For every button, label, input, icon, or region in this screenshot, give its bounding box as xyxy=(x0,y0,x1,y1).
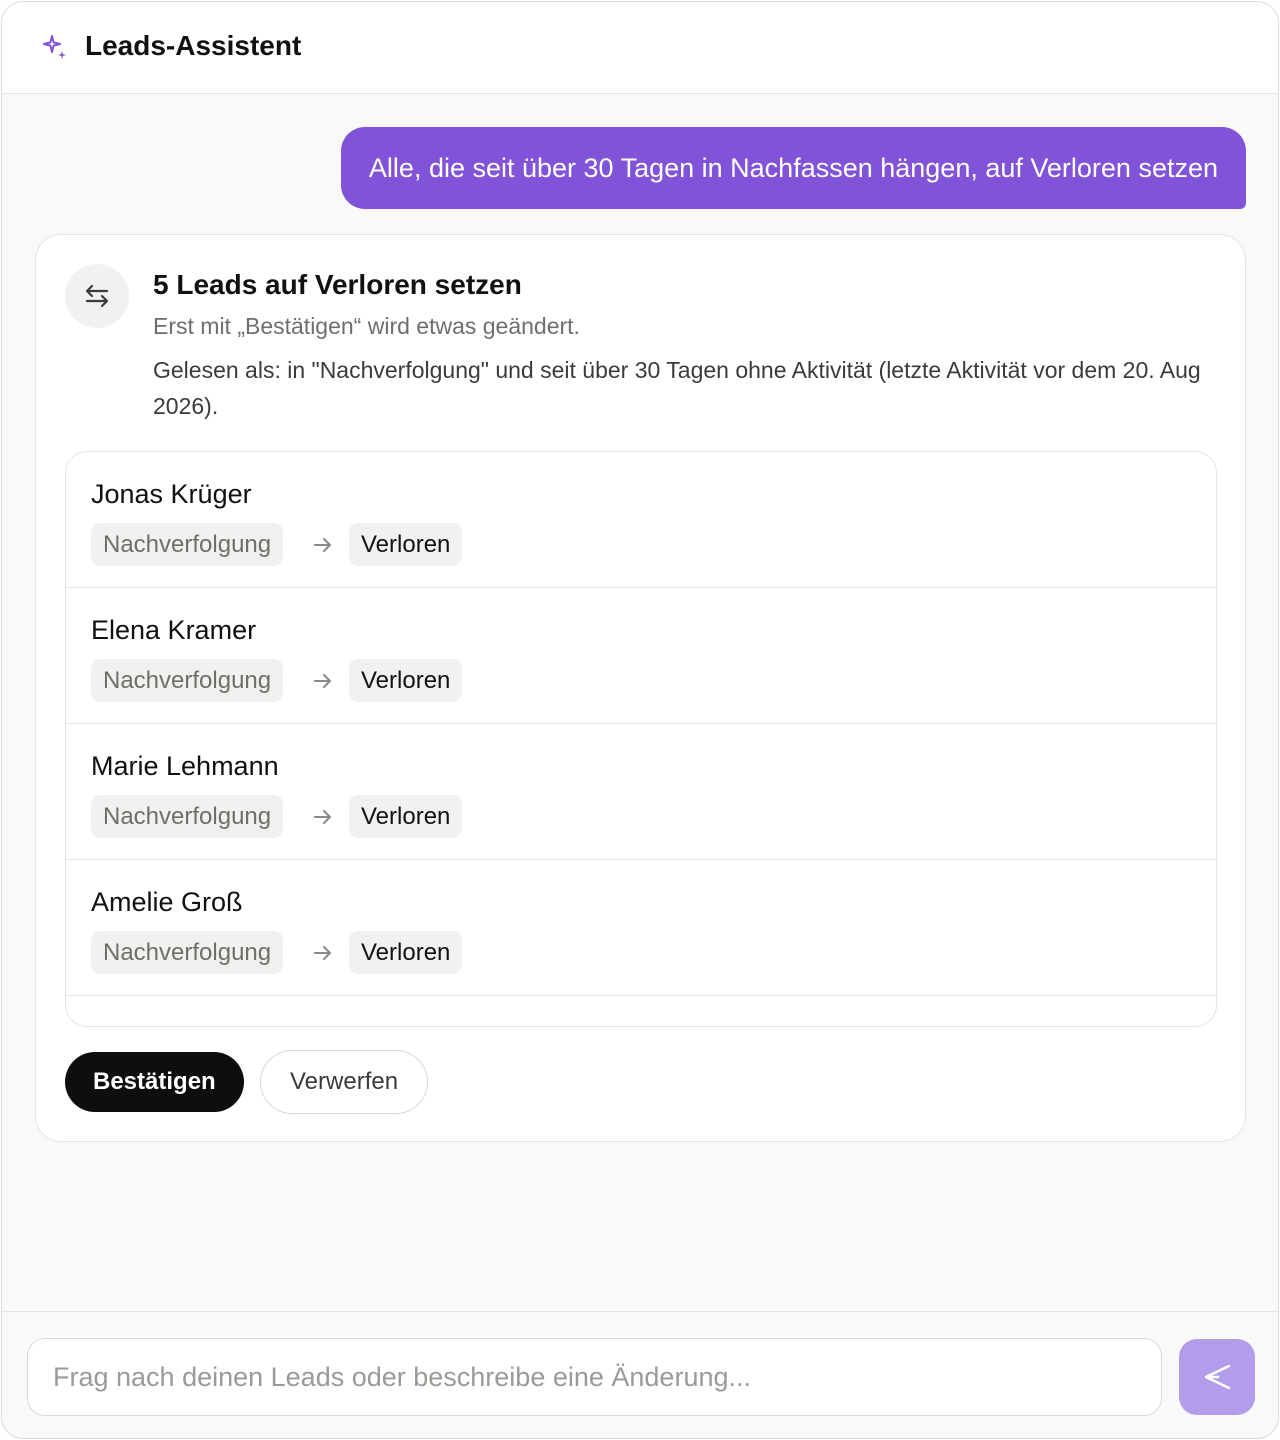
status-to-badge: Verloren xyxy=(349,659,463,702)
swap-arrows-icon xyxy=(65,264,129,328)
action-card-title: 5 Leads auf Verloren setzen xyxy=(153,269,522,300)
lead-name: Elena Kramer xyxy=(91,615,257,645)
assistant-window: Leads-Assistent Alle, die seit über 30 T… xyxy=(1,1,1279,1439)
composer xyxy=(2,1311,1278,1438)
arrow-right-icon xyxy=(314,538,331,552)
chat-input[interactable] xyxy=(27,1338,1162,1416)
status-from-badge: Nachverfolgung xyxy=(91,659,284,702)
action-card-subtitle: Erst mit „Bestätigen“ wird etwas geänder… xyxy=(153,313,580,339)
lead-row: Amelie Groß Nachverfolgung Verloren xyxy=(66,860,1216,996)
status-to-badge: Verloren xyxy=(349,795,463,838)
status-to-badge: Verloren xyxy=(349,523,463,566)
user-message-bubble: Alle, die seit über 30 Tagen in Nachfass… xyxy=(340,127,1246,209)
lead-name: Amelie Groß xyxy=(91,887,243,917)
action-card-description: Gelesen als: in "Nachverfolgung" und sei… xyxy=(153,357,1201,419)
send-button[interactable] xyxy=(1179,1339,1255,1415)
arrow-right-icon xyxy=(314,946,331,960)
send-icon xyxy=(1204,1364,1231,1390)
status-from-badge: Nachverfolgung xyxy=(91,795,284,838)
action-card: 5 Leads auf Verloren setzen Erst mit „Be… xyxy=(35,234,1246,1142)
status-from-badge: Nachverfolgung xyxy=(91,523,284,566)
status-to-badge: Verloren xyxy=(349,931,463,974)
header-title: Leads-Assistent xyxy=(85,30,302,61)
discard-button[interactable]: Verwerfen xyxy=(260,1050,429,1114)
sparkle-icon xyxy=(43,35,66,59)
arrow-right-icon xyxy=(314,810,331,824)
lead-name: Marie Lehmann xyxy=(91,751,279,781)
header: Leads-Assistent xyxy=(2,2,1278,94)
status-from-badge: Nachverfolgung xyxy=(91,931,284,974)
arrow-right-icon xyxy=(314,674,331,688)
lead-row: Marie Lehmann Nachverfolgung Verloren xyxy=(66,724,1216,860)
lead-change-list[interactable]: Jonas Krüger Nachverfolgung Verloren Ele… xyxy=(65,451,1217,1027)
lead-row: Elena Kramer Nachverfolgung Verloren xyxy=(66,588,1216,724)
lead-row: Jonas Krüger Nachverfolgung Verloren xyxy=(66,452,1216,588)
lead-name: Jonas Krüger xyxy=(91,479,252,509)
confirm-button[interactable]: Bestätigen xyxy=(65,1052,244,1112)
